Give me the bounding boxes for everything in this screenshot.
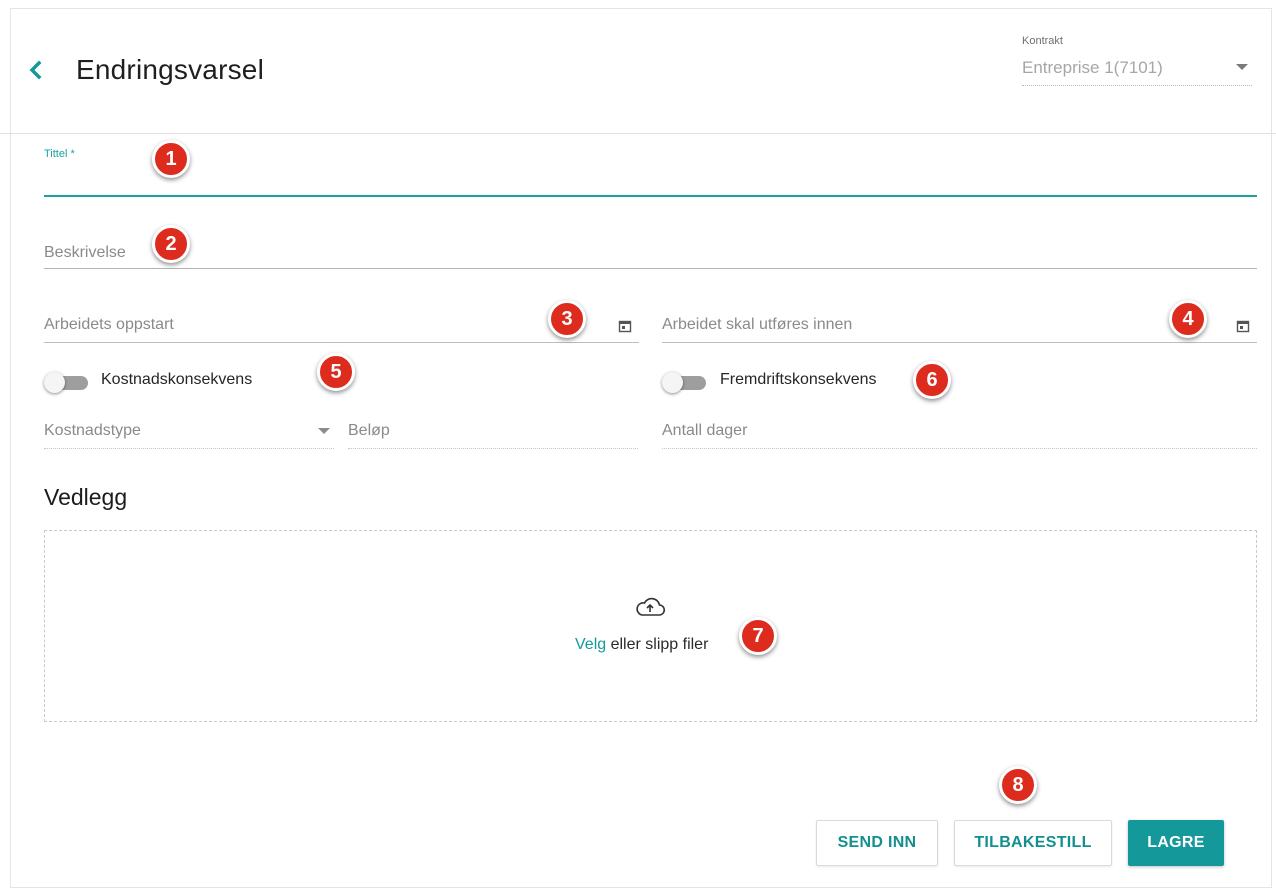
choose-files-link[interactable]: Velg: [575, 636, 606, 653]
contract-select[interactable]: Entreprise 1(7101): [1022, 52, 1252, 86]
cloud-upload-icon: [634, 595, 666, 619]
callout-marker-4: 4: [1169, 300, 1207, 338]
caret-down-icon: [318, 428, 330, 434]
antall-dager-placeholder: Antall dager: [662, 422, 748, 439]
back-button[interactable]: [24, 56, 48, 84]
attachments-title: Vedlegg: [44, 484, 128, 510]
antall-dager-input[interactable]: Antall dager: [662, 414, 1257, 448]
file-dropzone[interactable]: [44, 530, 1257, 722]
calendar-icon[interactable]: [618, 319, 632, 333]
belop-placeholder: Beløp: [348, 422, 390, 439]
page-header: Endringsvarsel Kontrakt Entreprise 1(710…: [0, 0, 1276, 134]
chevron-left-icon: [29, 60, 42, 80]
beskrivelse-input[interactable]: Beskrivelse: [44, 236, 1257, 270]
callout-marker-5: 5: [317, 353, 355, 391]
page-title: Endringsvarsel: [76, 54, 264, 85]
callout-marker-6: 6: [913, 361, 951, 399]
belop-underline: [348, 448, 638, 449]
contract-value: Entreprise 1(7101): [1022, 58, 1163, 77]
tilbakestill-button[interactable]: TILBAKESTILL: [954, 820, 1112, 866]
kostnadskonsekvens-label: Kostnadskonsekvens: [101, 371, 253, 388]
fremdriftskonsekvens-toggle[interactable]: [662, 369, 708, 393]
tittel-underline: [44, 195, 1257, 197]
toggle-thumb: [662, 372, 683, 393]
oppstart-underline: [44, 342, 639, 343]
oppstart-date-input[interactable]: Arbeidets oppstart: [44, 308, 614, 342]
calendar-icon[interactable]: [1236, 319, 1250, 333]
contract-label: Kontrakt: [1022, 35, 1063, 47]
caret-down-icon: [1236, 64, 1248, 70]
tittel-label: Tittel *: [44, 148, 75, 160]
kostnadstype-select[interactable]: Kostnadstype: [44, 414, 334, 448]
callout-marker-7: 7: [739, 617, 777, 655]
toggle-thumb: [44, 372, 65, 393]
kostnadskonsekvens-toggle[interactable]: [44, 369, 90, 393]
belop-input[interactable]: Beløp: [348, 414, 638, 448]
dropzone-text: Velg eller slipp filer: [575, 636, 708, 654]
fremdriftskonsekvens-label: Fremdriftskonsekvens: [720, 371, 877, 388]
send-inn-button[interactable]: SEND INN: [816, 820, 938, 866]
tittel-input[interactable]: [44, 164, 1257, 196]
innen-date-input[interactable]: Arbeidet skal utføres innen: [662, 308, 1227, 342]
dropzone-rest-text: eller slipp filer: [606, 636, 709, 653]
callout-marker-2: 2: [152, 225, 190, 263]
innen-placeholder: Arbeidet skal utføres innen: [662, 316, 853, 333]
antall-dager-underline: [662, 448, 1257, 449]
lagre-button[interactable]: LAGRE: [1128, 820, 1224, 866]
oppstart-placeholder: Arbeidets oppstart: [44, 316, 174, 333]
beskrivelse-underline: [44, 268, 1257, 269]
beskrivelse-placeholder: Beskrivelse: [44, 244, 126, 261]
kostnadstype-underline: [44, 448, 334, 449]
callout-marker-8: 8: [999, 766, 1037, 804]
callout-marker-1: 1: [152, 140, 190, 178]
innen-underline: [662, 342, 1257, 343]
kostnadstype-placeholder: Kostnadstype: [44, 422, 141, 439]
callout-marker-3: 3: [548, 300, 586, 338]
